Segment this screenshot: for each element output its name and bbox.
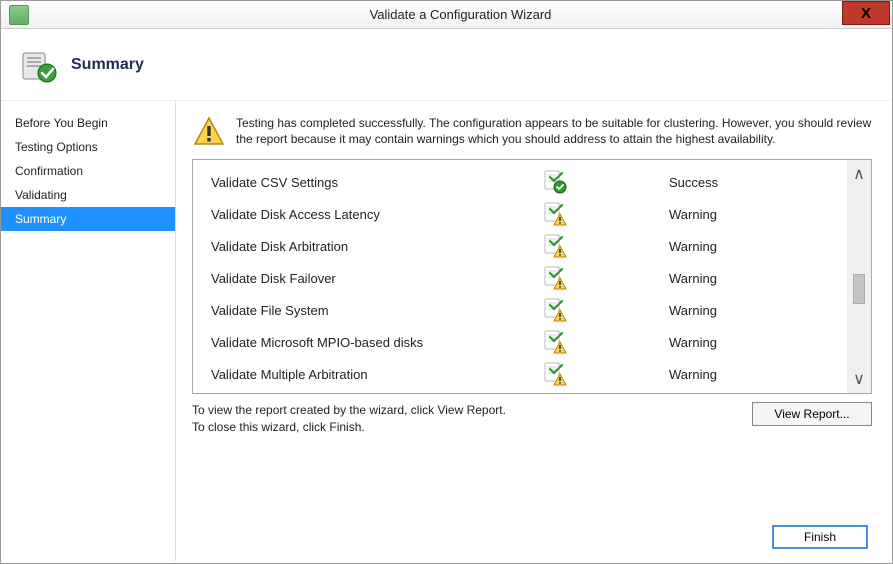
warning-icon [541, 264, 569, 292]
result-name: Validate File System [211, 303, 541, 318]
app-icon [9, 5, 29, 25]
results-list: Validate CSV Settings Success Validate Dis… [193, 160, 847, 393]
result-status: Warning [669, 239, 717, 254]
result-name: Validate Disk Access Latency [211, 207, 541, 222]
result-row: Validate Multiple Arbitration Warning [193, 358, 847, 390]
completion-message-row: Testing has completed successfully. The … [192, 115, 872, 149]
warning-icon [541, 232, 569, 260]
footer-instructions: To view the report created by the wizard… [192, 402, 506, 436]
footer-line2: To close this wizard, click Finish. [192, 419, 506, 436]
result-row: Validate CSV Settings Success [193, 166, 847, 198]
scrollbar[interactable]: ∧ ∨ [847, 160, 871, 393]
warning-shield-icon [192, 115, 226, 149]
close-button[interactable]: X [842, 1, 890, 25]
result-name: Validate Disk Arbitration [211, 239, 541, 254]
result-row: Validate File System Warning [193, 294, 847, 326]
titlebar: Validate a Configuration Wizard X [1, 1, 892, 29]
warning-icon [541, 296, 569, 324]
summary-icon [21, 47, 57, 83]
scroll-thumb[interactable] [853, 274, 865, 304]
wizard-steps-sidebar: Before You Begin Testing Options Confirm… [1, 101, 176, 561]
scroll-track[interactable] [853, 184, 865, 369]
sidebar-item-summary[interactable]: Summary [1, 207, 175, 231]
success-icon [541, 168, 569, 196]
sidebar-item-validating[interactable]: Validating [1, 183, 175, 207]
scroll-up-icon[interactable]: ∧ [847, 164, 871, 184]
completion-message: Testing has completed successfully. The … [236, 115, 872, 147]
window-title: Validate a Configuration Wizard [29, 7, 892, 22]
result-row: Validate Disk Access Latency Warning [193, 198, 847, 230]
sidebar-item-before-you-begin[interactable]: Before You Begin [1, 111, 175, 135]
result-status: Warning [669, 207, 717, 222]
result-status: Warning [669, 335, 717, 350]
content-area: Before You Begin Testing Options Confirm… [1, 101, 892, 561]
result-name: Validate CSV Settings [211, 175, 541, 190]
view-report-button[interactable]: View Report... [752, 402, 872, 426]
scroll-down-icon[interactable]: ∨ [847, 369, 871, 389]
results-list-box: Validate CSV Settings Success Validate Dis… [192, 159, 872, 394]
result-status: Warning [669, 367, 717, 382]
result-status: Warning [669, 303, 717, 318]
wizard-header: Summary [1, 29, 892, 101]
bottom-button-bar: Finish [772, 525, 868, 549]
finish-button[interactable]: Finish [772, 525, 868, 549]
warning-icon [541, 200, 569, 228]
sidebar-item-confirmation[interactable]: Confirmation [1, 159, 175, 183]
result-status: Success [669, 175, 718, 190]
footer-line1: To view the report created by the wizard… [192, 402, 506, 419]
result-row: Validate Disk Arbitration Warning [193, 230, 847, 262]
warning-icon [541, 360, 569, 388]
sidebar-item-testing-options[interactable]: Testing Options [1, 135, 175, 159]
result-name: Validate Microsoft MPIO-based disks [211, 335, 541, 350]
result-name: Validate Multiple Arbitration [211, 367, 541, 382]
page-title: Summary [71, 56, 144, 74]
warning-icon [541, 328, 569, 356]
result-row: Validate Disk Failover Warning [193, 262, 847, 294]
result-row: Validate Microsoft MPIO-based disks Warni… [193, 326, 847, 358]
main-panel: Testing has completed successfully. The … [176, 101, 892, 561]
footer-row: To view the report created by the wizard… [192, 402, 872, 436]
result-status: Warning [669, 271, 717, 286]
result-name: Validate Disk Failover [211, 271, 541, 286]
